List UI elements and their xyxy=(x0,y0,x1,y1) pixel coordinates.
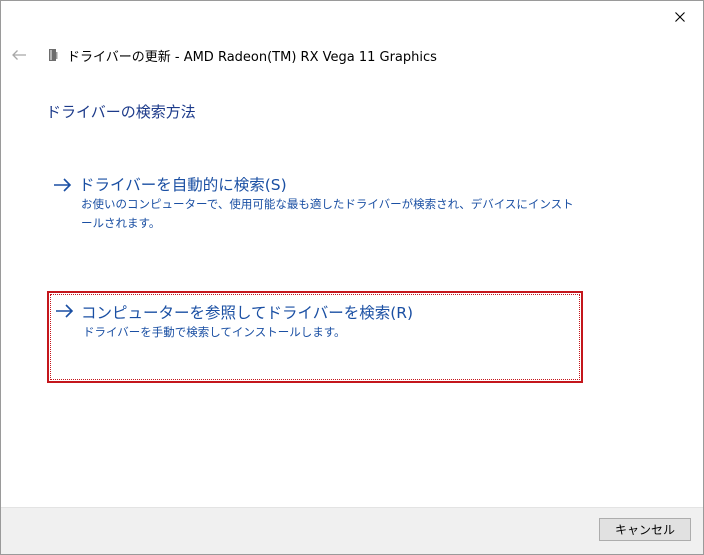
option-description: ドライバーを手動で検索してインストールします。 xyxy=(83,325,346,339)
option-title: ドライバーを自動的に検索(S) xyxy=(79,176,287,194)
dialog-footer: キャンセル xyxy=(1,507,703,554)
option-title: コンピューターを参照してドライバーを検索(R) xyxy=(81,304,414,322)
option-description: お使いのコンピューターで、使用可能な最も適したドライバーが検索され、デバイスにイ… xyxy=(81,197,574,230)
page-heading: ドライバーの検索方法 xyxy=(46,103,196,121)
close-icon xyxy=(675,12,685,22)
close-button[interactable] xyxy=(657,1,703,33)
arrow-right-icon xyxy=(56,304,74,318)
cancel-button[interactable]: キャンセル xyxy=(599,518,691,541)
search-automatically-option[interactable]: ドライバーを自動的に検索(S) お使いのコンピューターで、使用可能な最も適したド… xyxy=(47,167,583,243)
driver-update-dialog: ドライバーの更新 - AMD Radeon(TM) RX Vega 11 Gra… xyxy=(0,0,704,555)
arrow-right-icon xyxy=(54,178,72,192)
back-button[interactable] xyxy=(9,45,29,65)
back-arrow-icon xyxy=(12,50,26,60)
browse-computer-option[interactable]: コンピューターを参照してドライバーを検索(R) ドライバーを手動で検索してインス… xyxy=(47,291,583,383)
dialog-header: ドライバーの更新 - AMD Radeon(TM) RX Vega 11 Gra… xyxy=(1,37,703,73)
device-icon xyxy=(49,49,58,61)
dialog-title: ドライバーの更新 - AMD Radeon(TM) RX Vega 11 Gra… xyxy=(67,50,437,65)
